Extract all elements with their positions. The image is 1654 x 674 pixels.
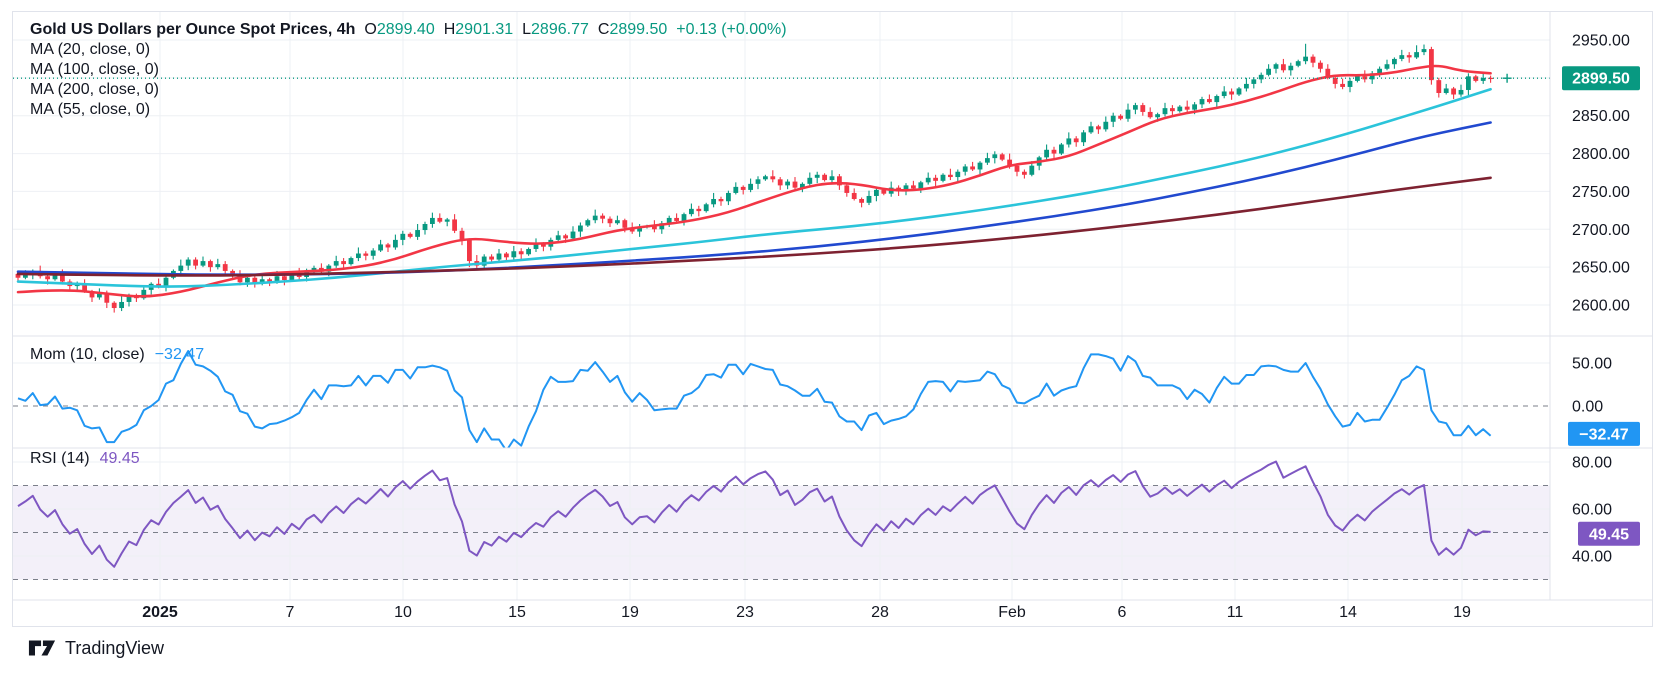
time-tick-label: 15 (508, 604, 526, 621)
momentum-tick-label: 0.00 (1572, 399, 1603, 416)
close-label: C (598, 21, 610, 38)
tradingview-attribution[interactable]: TradingView (28, 636, 164, 660)
open-label: O (364, 21, 376, 38)
price-tick-label: 2650.00 (1572, 260, 1630, 277)
svg-text:2899.50: 2899.50 (1572, 71, 1630, 88)
momentum-line[interactable] (18, 351, 1491, 451)
trading-chart-widget: 2950.002850.002800.002750.002700.002650.… (0, 0, 1654, 674)
price-tick-label: 2800.00 (1572, 146, 1630, 163)
time-tick-label: 28 (871, 604, 889, 621)
momentum-value: −32.47 (155, 346, 204, 363)
svg-text:49.45: 49.45 (1589, 526, 1629, 543)
time-tick-label: 10 (394, 604, 412, 621)
time-tick-label: 6 (1118, 604, 1127, 621)
symbol-title: Gold US Dollars per Ounce Spot Prices, 4… (30, 21, 355, 38)
time-tick-label: 7 (286, 604, 295, 621)
price-tick-label: 2600.00 (1572, 298, 1630, 315)
ma-20-legend[interactable]: MA (20, close, 0) (30, 40, 787, 60)
tradingview-logo-icon (28, 636, 56, 660)
price-line-marker-icon (1503, 74, 1512, 83)
low-value: 2896.77 (531, 21, 589, 38)
rsi-legend[interactable]: RSI (14) 49.45 (30, 450, 140, 468)
low-label: L (522, 21, 531, 38)
rsi-tick-label: 80.00 (1572, 455, 1612, 472)
open-value: 2899.40 (377, 21, 435, 38)
ma-200-line[interactable] (18, 178, 1491, 276)
rsi-value: 49.45 (100, 450, 140, 467)
time-tick-label: 19 (621, 604, 639, 621)
time-tick-label: 19 (1453, 604, 1471, 621)
high-value: 2901.31 (455, 21, 513, 38)
legend-title-row: Gold US Dollars per Ounce Spot Prices, 4… (30, 20, 787, 40)
change-value: +0.13 (+0.00%) (676, 21, 786, 38)
current-price-badge: 2899.50 (1562, 66, 1640, 90)
ma-55-legend[interactable]: MA (55, close, 0) (30, 100, 787, 120)
rsi-tick-label: 40.00 (1572, 549, 1612, 566)
momentum-label: Mom (10, close) (30, 346, 145, 363)
time-axis[interactable]: 2025 7 10 15 19 23 28 Feb 6 11 14 19 (142, 604, 1471, 621)
time-tick-label: Feb (998, 604, 1026, 621)
momentum-legend[interactable]: Mom (10, close) −32.47 (30, 346, 204, 364)
tradingview-brand-text: TradingView (65, 638, 164, 659)
price-tick-label: 2700.00 (1572, 222, 1630, 239)
symbol-legend[interactable]: Gold US Dollars per Ounce Spot Prices, 4… (30, 20, 787, 120)
price-tick-label: 2850.00 (1572, 108, 1630, 125)
price-tick-label: 2750.00 (1572, 184, 1630, 201)
ma-200-legend[interactable]: MA (200, close, 0) (30, 80, 787, 100)
time-tick-label: 2025 (142, 604, 178, 621)
close-value: 2899.50 (609, 21, 667, 38)
svg-text:−32.47: −32.47 (1579, 426, 1628, 443)
high-label: H (444, 21, 456, 38)
price-axis[interactable]: 2950.00 2850.00 2800.00 2750.00 2700.00 2650.… (1572, 33, 1630, 566)
time-tick-label: 23 (736, 604, 754, 621)
ma-100-legend[interactable]: MA (100, close, 0) (30, 60, 787, 80)
ma-100-line[interactable] (18, 123, 1491, 275)
rsi-value-badge: 49.45 (1578, 522, 1640, 546)
price-tick-label: 2950.00 (1572, 33, 1630, 50)
rsi-tick-label: 60.00 (1572, 502, 1612, 519)
time-tick-label: 14 (1339, 604, 1357, 621)
momentum-tick-label: 50.00 (1572, 356, 1612, 373)
time-tick-label: 11 (1227, 604, 1244, 621)
rsi-label: RSI (14) (30, 450, 90, 467)
momentum-value-badge: −32.47 (1568, 422, 1640, 446)
